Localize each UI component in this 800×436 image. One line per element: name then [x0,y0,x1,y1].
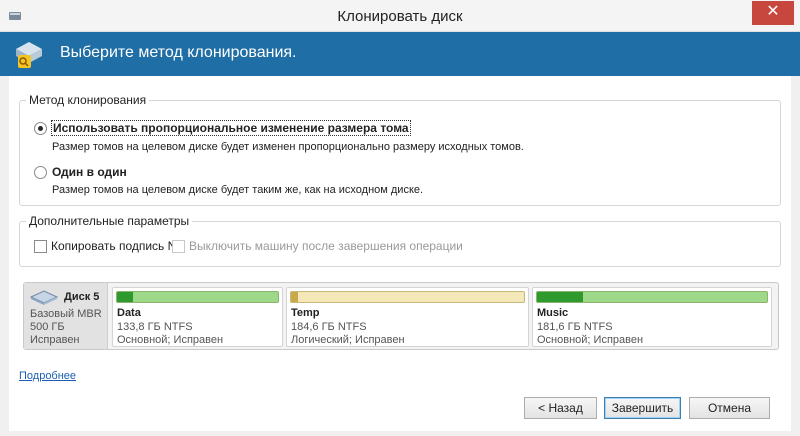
close-button[interactable]: ✕ [752,1,794,25]
partition-data[interactable]: Data 133,8 ГБ NTFS Основной; Исправен [112,287,283,347]
checkbox-copy-nt-signature-box[interactable] [34,239,47,253]
partition-data-size: 133,8 ГБ NTFS [117,321,193,333]
partition-temp-usage-fill [291,292,298,302]
disk-icon [30,290,58,305]
disk-name: Диск 5 [64,291,100,303]
checkbox-shutdown-after[interactable]: Выключить машину после завершения операц… [172,239,463,253]
content-area: Метод клонирования Использовать пропорци… [9,76,791,431]
banner-text: Выберите метод клонирования. [60,44,297,61]
clone-method-legend: Метод клонирования [26,93,150,107]
disk-map: Диск 5 Базовый MBR 500 ГБ Исправен Data … [23,282,779,350]
checkbox-shutdown-after-box[interactable] [172,239,185,253]
partition-temp-status: Логический; Исправен [291,334,405,346]
radio-one-to-one-indicator[interactable] [34,165,47,179]
partition-music-usage-bar [536,291,768,303]
partition-data-name: Data [117,307,141,319]
partition-music-name: Music [537,307,569,319]
details-link[interactable]: Подробнее [19,370,76,382]
partition-data-usage-bar [116,291,279,303]
disk-status: Исправен [30,334,80,346]
partition-data-usage-fill [117,292,134,302]
disk-size: 500 ГБ [30,321,65,333]
cancel-button[interactable]: Отмена [689,397,770,419]
radio-one-to-one-description: Размер томов на целевом диске будет таки… [52,184,424,196]
radio-proportional[interactable]: Использовать пропорциональное изменение … [34,120,411,136]
partition-temp-name: Temp [291,307,320,319]
back-button[interactable]: < Назад [524,397,597,419]
partition-temp[interactable]: Temp 184,6 ГБ NTFS Логический; Исправен [286,287,529,347]
partition-temp-usage-bar [290,291,525,303]
radio-one-to-one[interactable]: Один в один [34,165,127,179]
additional-params-group: Дополнительные параметры Копировать подп… [19,214,781,267]
title-bar: Клонировать диск ✕ [0,0,800,32]
radio-one-to-one-label[interactable]: Один в один [52,165,127,179]
checkbox-copy-nt-signature-label[interactable]: Копировать подпись NT [51,239,184,253]
clone-disk-icon [16,42,42,68]
partition-music-usage-fill [537,292,583,302]
radio-proportional-label[interactable]: Использовать пропорциональное изменение … [51,120,411,136]
close-icon: ✕ [766,3,780,20]
disk-type: Базовый MBR [30,308,102,320]
disk-info[interactable]: Диск 5 Базовый MBR 500 ГБ Исправен [24,283,108,349]
partition-music-status: Основной; Исправен [537,334,644,346]
radio-proportional-description: Размер томов на целевом диске будет изме… [52,141,524,153]
partition-music[interactable]: Music 181,6 ГБ NTFS Основной; Исправен [532,287,772,347]
checkbox-copy-nt-signature[interactable]: Копировать подпись NT [34,239,184,253]
clone-method-group: Метод клонирования Использовать пропорци… [19,93,781,206]
additional-params-legend: Дополнительные параметры [26,214,193,228]
partition-data-status: Основной; Исправен [117,334,224,346]
radio-proportional-indicator[interactable] [34,121,47,135]
checkbox-shutdown-after-label[interactable]: Выключить машину после завершения операц… [189,239,463,253]
finish-button[interactable]: Завершить [604,397,681,419]
partition-music-size: 181,6 ГБ NTFS [537,321,613,333]
partition-temp-size: 184,6 ГБ NTFS [291,321,367,333]
header-banner: Выберите метод клонирования. [0,32,800,76]
window-title: Клонировать диск [337,8,463,25]
